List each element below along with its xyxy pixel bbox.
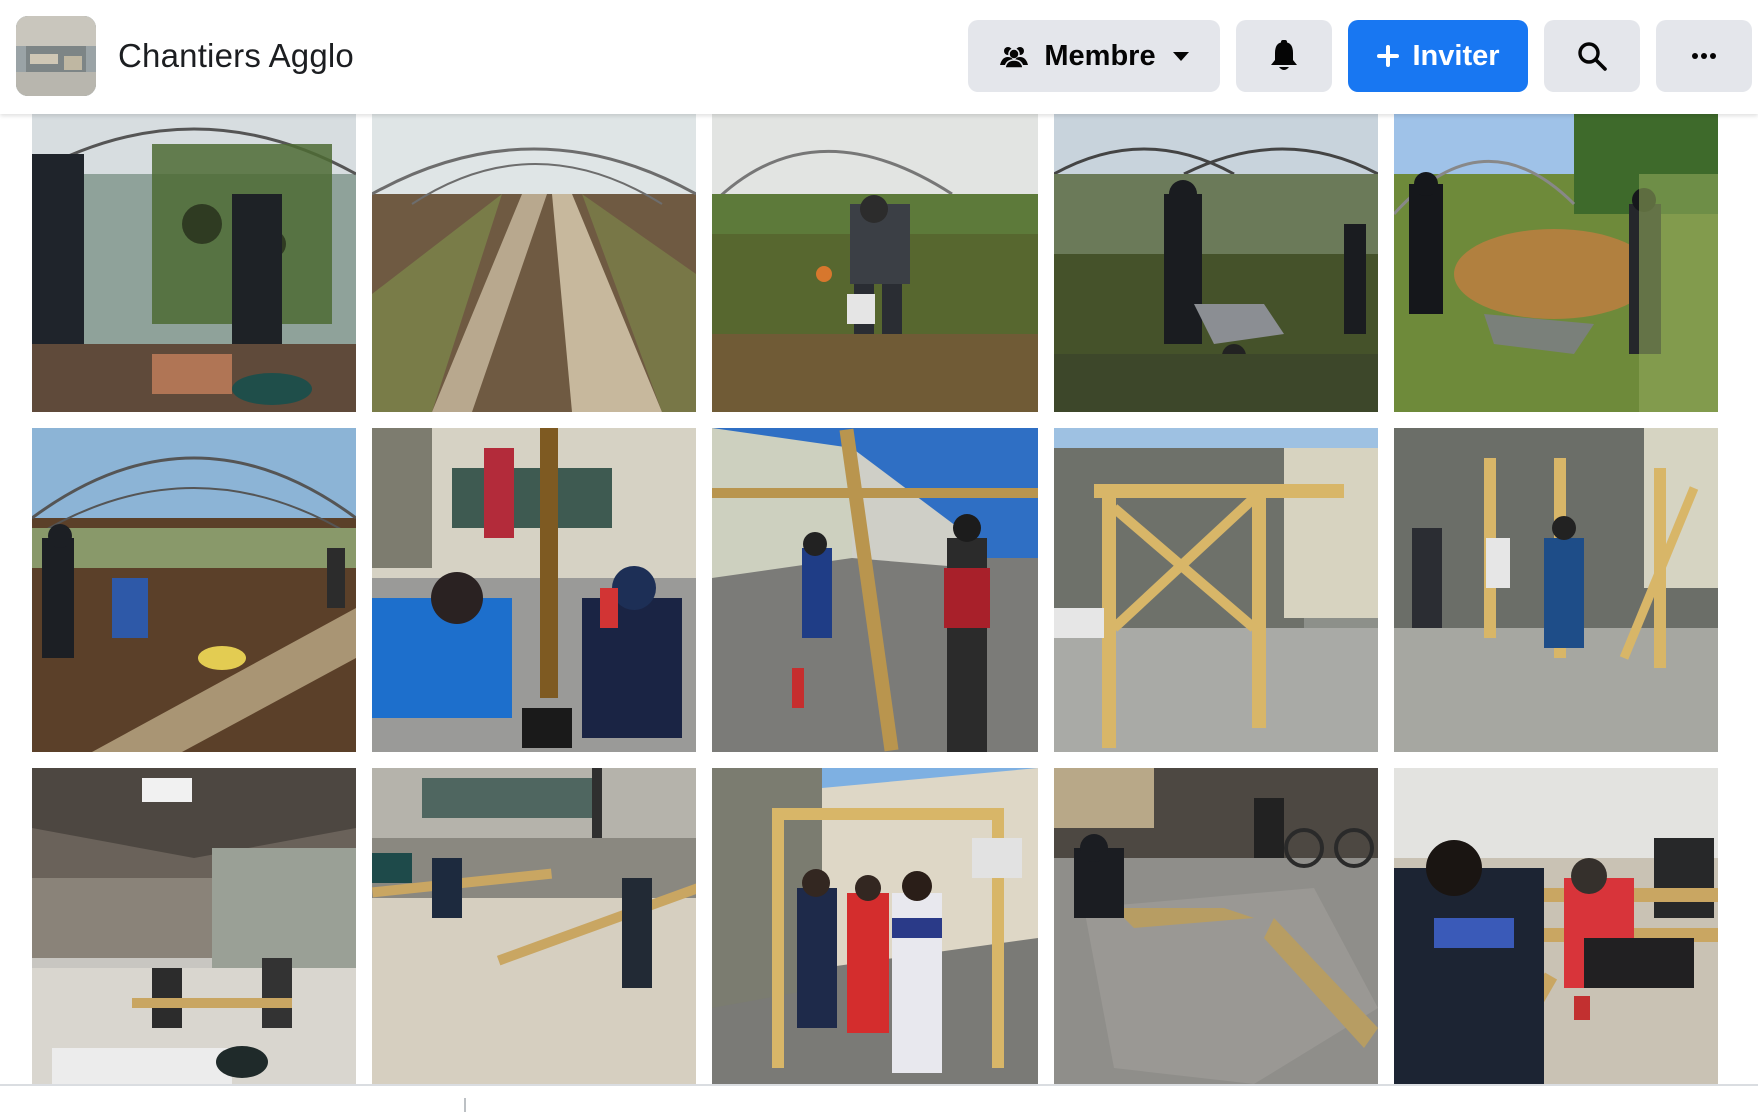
photo-tile[interactable] (32, 114, 356, 412)
more-dots-icon (1691, 52, 1717, 60)
photo-tile[interactable] (712, 114, 1038, 412)
photo-tile[interactable] (372, 428, 696, 752)
invite-button[interactable]: Inviter (1348, 20, 1528, 92)
photo-tile[interactable] (1054, 114, 1378, 412)
photo-tile[interactable] (32, 768, 356, 1084)
search-icon (1576, 40, 1608, 72)
photo-grid (0, 0, 1758, 1084)
photo-tile[interactable] (1394, 114, 1718, 412)
more-options-button[interactable] (1656, 20, 1752, 92)
scroll-marker (464, 1098, 466, 1112)
photo-tile[interactable] (1054, 428, 1378, 752)
bottom-bar (0, 1084, 1758, 1116)
bell-icon (1269, 40, 1299, 72)
member-button[interactable]: Membre (968, 20, 1220, 92)
photo-tile[interactable] (1394, 768, 1718, 1084)
photo-tile[interactable] (712, 428, 1038, 752)
photo-tile[interactable] (1054, 768, 1378, 1084)
invite-label: Inviter (1412, 39, 1500, 72)
photo-tile[interactable] (372, 114, 696, 412)
photo-tile[interactable] (372, 768, 696, 1084)
search-button[interactable] (1544, 20, 1640, 92)
notifications-button[interactable] (1236, 20, 1332, 92)
group-thumbnail[interactable] (16, 16, 96, 96)
photo-tile[interactable] (1394, 428, 1718, 752)
group-header-bar: Chantiers Agglo Membre Inviter (0, 0, 1758, 114)
caret-down-icon (1172, 50, 1190, 62)
plus-icon (1376, 44, 1400, 68)
member-label: Membre (1044, 39, 1156, 72)
people-icon (998, 43, 1030, 69)
photo-tile[interactable] (712, 768, 1038, 1084)
group-name[interactable]: Chantiers Agglo (118, 34, 354, 78)
photo-tile[interactable] (32, 428, 356, 752)
